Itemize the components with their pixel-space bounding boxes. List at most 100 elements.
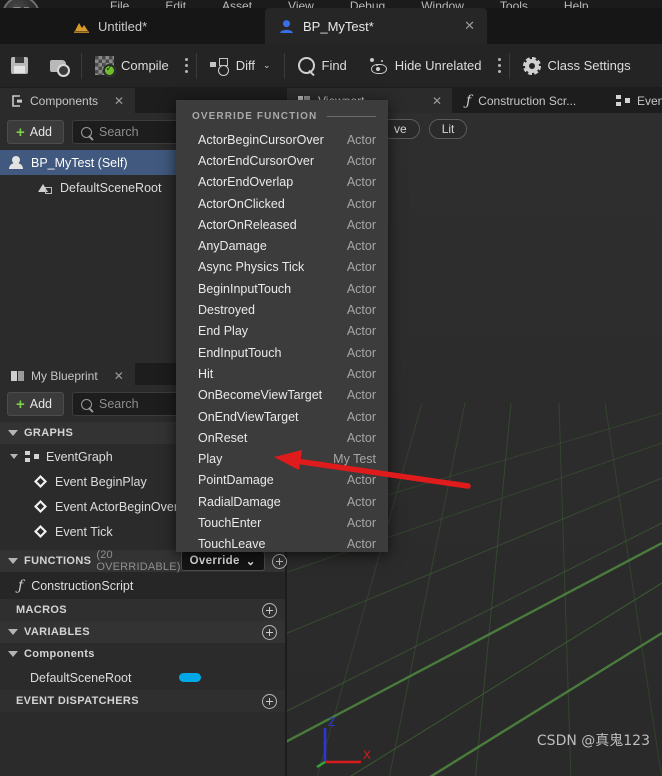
hide-unrelated-button[interactable]: Hide Unrelated (358, 44, 493, 87)
override-function-item-category: My Test (333, 452, 376, 466)
toolbar-divider (196, 53, 197, 79)
menu-item-debug[interactable]: Debug (350, 1, 385, 8)
chevron-down-icon[interactable]: ⌄ (263, 60, 271, 71)
override-function-item-name: Destroyed (198, 303, 255, 317)
components-icon (11, 95, 23, 107)
override-function-item-category: Actor (347, 239, 376, 253)
override-function-item-category: Actor (347, 388, 376, 402)
add-function-button[interactable] (272, 554, 287, 569)
override-function-item[interactable]: AnyDamage Actor (176, 235, 388, 256)
tab-components[interactable]: Components ✕ (0, 88, 135, 113)
toolbar-divider (509, 53, 510, 79)
override-function-item[interactable]: ActorEndOverlapActor (176, 172, 388, 193)
function-row-construction-script[interactable]: ƒ ConstructionScript (0, 572, 285, 599)
override-function-item-name: ActorEndOverlap (198, 175, 293, 189)
override-function-item[interactable]: PlayMy Test (176, 448, 388, 469)
section-event-dispatchers[interactable]: EVENT DISPATCHERS (0, 690, 285, 712)
add-event-dispatcher-button[interactable] (262, 694, 277, 709)
event-node-icon (34, 525, 47, 538)
override-function-item[interactable]: TouchLeaveActor (176, 534, 388, 555)
add-variable-button[interactable] (262, 625, 277, 640)
tab-viewport-close-icon[interactable]: ✕ (432, 94, 442, 108)
toolbar-divider (81, 53, 82, 79)
hide-unrelated-options-button[interactable] (493, 44, 507, 87)
asset-tab-untitled[interactable]: Untitled* (60, 8, 161, 44)
override-function-item-name: RadialDamage (198, 495, 281, 509)
override-function-item[interactable]: End PlayActor (176, 321, 388, 342)
override-function-item[interactable]: ActorOnReleasedActor (176, 214, 388, 235)
override-function-item-name: BeginInputTouch (198, 282, 291, 296)
main-menu-bar: File Edit Asset View Debug Window Tools … (0, 0, 662, 8)
override-function-item-name: AnyDamage (198, 239, 267, 253)
override-function-item-name: ActorEndCursorOver (198, 154, 314, 168)
tab-event-graph[interactable]: Even (605, 88, 662, 113)
override-function-item-name: OnEndViewTarget (198, 410, 299, 424)
menu-item-window[interactable]: Window (421, 1, 464, 8)
override-function-item[interactable]: ActorBeginCursorOverActor (176, 129, 388, 150)
override-function-item[interactable]: OnEndViewTargetActor (176, 406, 388, 427)
menu-item-file[interactable]: File (110, 1, 129, 8)
override-function-item[interactable]: ActorEndCursorOver Actor (176, 150, 388, 171)
override-function-item-name: Async Physics Tick (198, 260, 304, 274)
compile-button[interactable]: ✓ Compile (84, 44, 180, 87)
diff-button[interactable]: Diff ⌄ (199, 44, 282, 87)
menu-item-help[interactable]: Help (564, 1, 589, 8)
menu-item-tools[interactable]: Tools (500, 1, 528, 8)
section-variables[interactable]: VARIABLES (0, 621, 285, 643)
override-function-item[interactable]: BeginInputTouchActor (176, 278, 388, 299)
compile-options-button[interactable] (180, 44, 194, 87)
menu-item-edit[interactable]: Edit (165, 1, 186, 8)
graph-row-event-graph-label: EventGraph (46, 450, 113, 464)
menu-item-asset[interactable]: Asset (222, 1, 252, 8)
override-function-item[interactable]: PointDamageActor (176, 470, 388, 491)
tab-my-blueprint-close-icon[interactable]: ✕ (114, 369, 124, 383)
tab-components-close-icon[interactable]: ✕ (114, 94, 124, 108)
svg-text:X: X (363, 748, 371, 762)
my-blueprint-add-button[interactable]: + Add (7, 392, 64, 416)
add-macro-button[interactable] (262, 603, 277, 618)
override-function-item-name: EndInputTouch (198, 346, 281, 360)
override-function-item[interactable]: HitActor (176, 363, 388, 384)
section-macros[interactable]: MACROS (0, 599, 285, 621)
components-add-button[interactable]: + Add (7, 120, 64, 144)
search-icon (81, 127, 92, 138)
override-function-menu-title-text: OVERRIDE FUNCTION (192, 111, 317, 122)
viewport-lit-button[interactable]: Lit (429, 119, 468, 139)
function-icon: ƒ (18, 578, 23, 594)
class-settings-button[interactable]: Class Settings (512, 44, 642, 87)
override-function-item[interactable]: OnResetActor (176, 427, 388, 448)
browse-button[interactable] (39, 44, 79, 87)
save-button[interactable] (0, 44, 39, 87)
asset-tab-close-icon[interactable]: ✕ (464, 18, 475, 34)
override-function-item[interactable]: ActorOnClickedActor (176, 193, 388, 214)
section-variables-label: VARIABLES (24, 626, 90, 638)
override-function-item-name: End Play (198, 324, 248, 338)
find-label: Find (322, 58, 347, 73)
chevron-down-icon (8, 651, 18, 657)
variable-type-pill (179, 673, 201, 682)
find-button[interactable]: Find (287, 44, 358, 87)
override-function-item[interactable]: RadialDamage Actor (176, 491, 388, 512)
asset-tab-bp-mytest[interactable]: BP_MyTest* ✕ (265, 8, 487, 44)
compile-icon: ✓ (95, 56, 114, 75)
hide-unrelated-label: Hide Unrelated (395, 58, 482, 73)
override-function-item[interactable]: DestroyedActor (176, 299, 388, 320)
override-function-item-category: Actor (347, 495, 376, 509)
variable-group-components[interactable]: Components (0, 643, 285, 665)
scene-root-icon (38, 182, 52, 194)
variable-row-default-scene-root[interactable]: DefaultSceneRoot (0, 665, 285, 690)
override-function-item[interactable]: OnBecomeViewTargetActor (176, 385, 388, 406)
blueprint-icon (279, 19, 294, 34)
save-icon (11, 57, 28, 74)
override-function-item[interactable]: Async Physics TickActor (176, 257, 388, 278)
override-function-item-name: Hit (198, 367, 213, 381)
menu-item-view[interactable]: View (288, 1, 314, 8)
chevron-down-icon (10, 454, 18, 459)
override-function-item[interactable]: EndInputTouchActor (176, 342, 388, 363)
override-function-item[interactable]: TouchEnterActor (176, 512, 388, 533)
search-icon (81, 399, 92, 410)
override-function-item-category: Actor (347, 154, 376, 168)
section-functions-count: (20 OVERRIDABLE) (96, 549, 180, 573)
section-graphs-label: GRAPHS (24, 427, 73, 439)
tab-construction-script[interactable]: ƒ Construction Scr... (455, 88, 587, 113)
